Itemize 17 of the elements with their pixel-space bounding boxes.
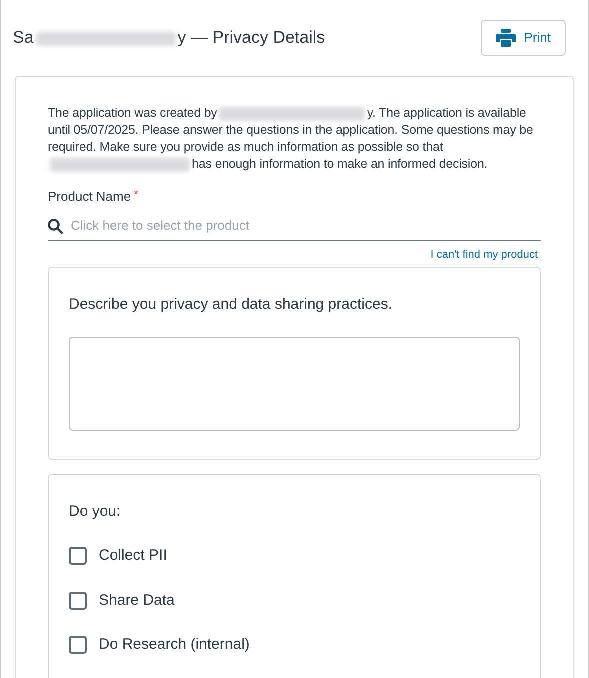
page-title: Sa y — Privacy Details	[13, 27, 326, 50]
printer-icon	[496, 29, 516, 47]
field-label: Product Name	[48, 189, 132, 204]
question-text: Describe you privacy and data sharing practices.	[69, 295, 394, 315]
print-button[interactable]: Print	[481, 20, 566, 56]
intro-text: The application was created by y. The application is available until 05/07/2025. Please answer the questions in the application. Some questions may be required. Make sure you provide as much information as possible so that has enough information to make an informed decision.	[48, 105, 534, 173]
checkbox[interactable]	[69, 592, 87, 610]
option-label: Collect PII	[99, 546, 168, 566]
checkbox[interactable]	[69, 547, 87, 566]
product-search-field[interactable]: Click here to select the product	[71, 216, 541, 236]
option-label: Share Data	[99, 590, 175, 610]
question-text: Do you:	[69, 502, 122, 522]
search-icon	[48, 218, 63, 234]
option-label: Do Research (internal)	[99, 635, 250, 655]
required-mark: *	[134, 189, 138, 201]
cant-find-product-link[interactable]: I can't find my product	[430, 246, 538, 263]
checkbox[interactable]	[69, 636, 87, 654]
